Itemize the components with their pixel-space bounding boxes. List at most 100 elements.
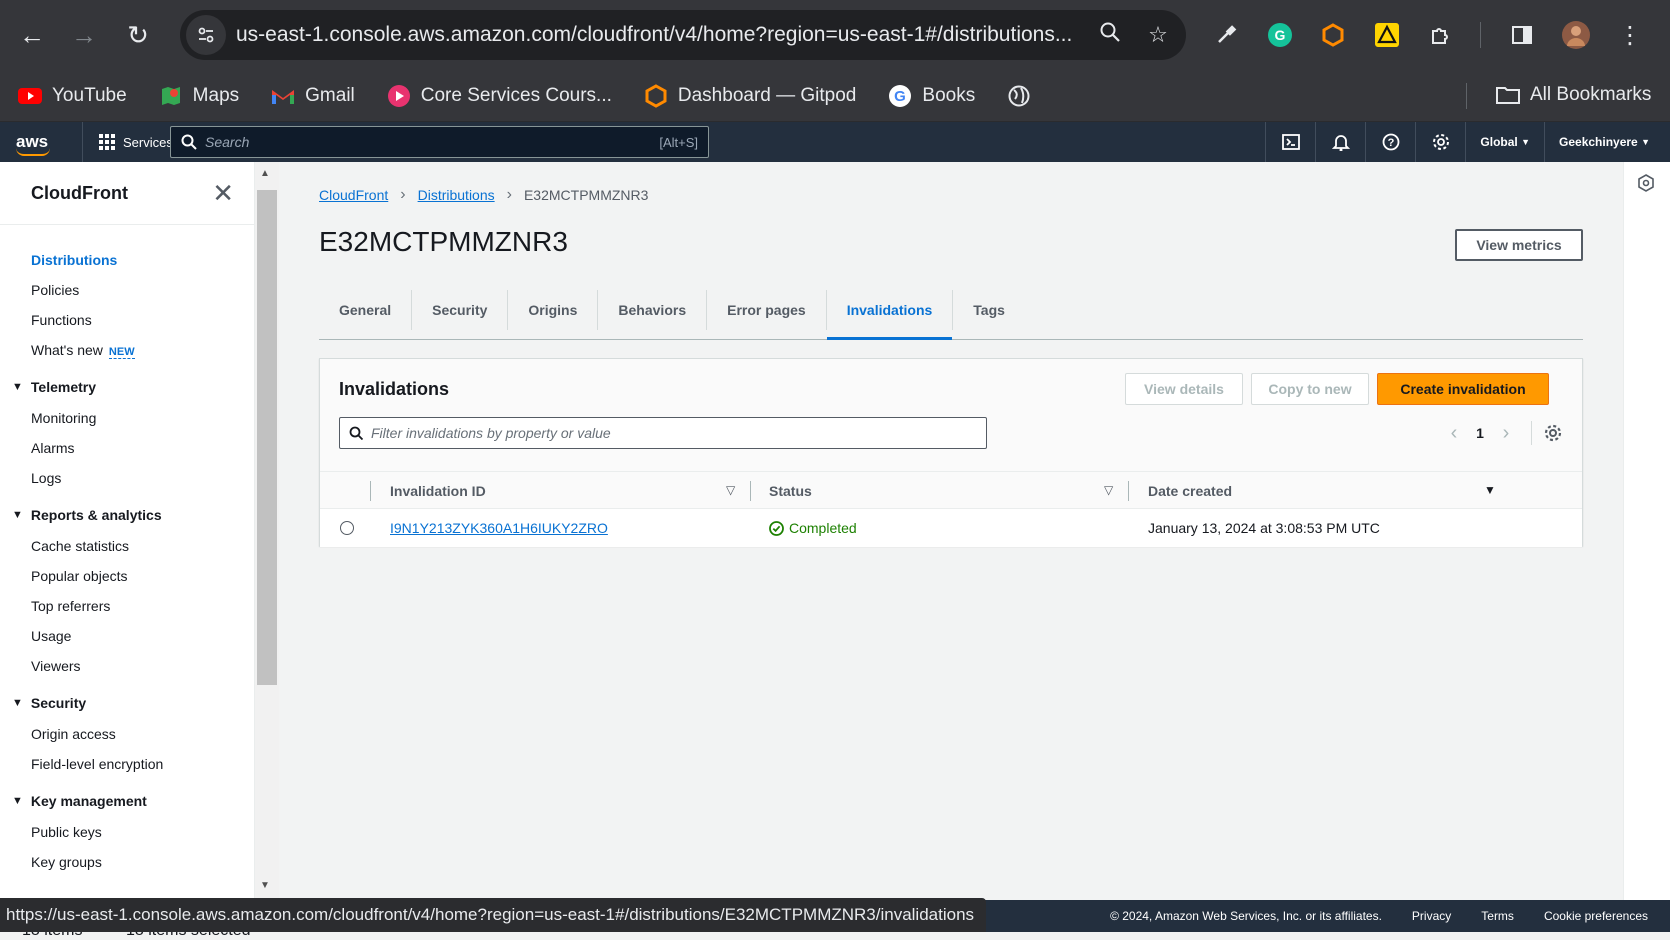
- sidebar-item-popular-objects[interactable]: Popular objects: [0, 561, 254, 591]
- close-icon[interactable]: ✕: [212, 178, 234, 209]
- reload-icon[interactable]: ↻: [118, 15, 158, 55]
- chevron-right-icon[interactable]: ›: [1493, 422, 1519, 445]
- column-date-created[interactable]: Date created: [1148, 472, 1232, 510]
- bookmark-globe[interactable]: [1007, 84, 1041, 108]
- footer-privacy-link[interactable]: Privacy: [1412, 909, 1451, 923]
- bookmark-maps[interactable]: Maps: [159, 84, 239, 108]
- all-bookmarks[interactable]: All Bookmarks: [1496, 83, 1651, 107]
- view-metrics-button[interactable]: View metrics: [1455, 229, 1583, 261]
- gitpod-extension-icon[interactable]: [1313, 15, 1353, 55]
- region-selector[interactable]: Global ▼: [1465, 122, 1544, 162]
- sidebar-item-viewers[interactable]: Viewers: [0, 651, 254, 681]
- svg-text:?: ?: [1388, 137, 1395, 149]
- help-icon[interactable]: ?: [1365, 122, 1415, 162]
- sidebar-item-alarms[interactable]: Alarms: [0, 433, 254, 463]
- folder-icon: [1496, 83, 1520, 107]
- sidebar-scrollbar[interactable]: ▲ ▼: [255, 162, 279, 900]
- sidebar-item-logs[interactable]: Logs: [0, 463, 254, 493]
- breadcrumb-cloudfront[interactable]: CloudFront: [319, 187, 388, 203]
- profile-avatar[interactable]: [1556, 15, 1596, 55]
- column-status[interactable]: Status: [769, 472, 812, 510]
- sidebar-item-public-keys[interactable]: Public keys: [0, 817, 254, 847]
- tab-general[interactable]: General: [319, 289, 413, 330]
- sidebar-section-key-management[interactable]: ▼ Key management: [0, 785, 254, 817]
- sidebar-section-telemetry[interactable]: ▼ Telemetry: [0, 371, 254, 403]
- url-text[interactable]: us-east-1.console.aws.amazon.com/cloudfr…: [236, 23, 1086, 47]
- warning-extension-icon[interactable]: [1367, 15, 1407, 55]
- address-bar[interactable]: us-east-1.console.aws.amazon.com/cloudfr…: [180, 10, 1186, 60]
- invalidation-id-link[interactable]: I9N1Y213ZYK360A1H6IUKY2ZRO: [390, 520, 608, 536]
- sidebar-item-top-referrers[interactable]: Top referrers: [0, 591, 254, 621]
- bookmark-books[interactable]: G Books: [888, 84, 975, 108]
- scrollbar-thumb[interactable]: [257, 190, 277, 685]
- scroll-down-icon[interactable]: ▼: [260, 880, 270, 891]
- table-row[interactable]: I9N1Y213ZYK360A1H6IUKY2ZRO Completed Jan…: [320, 509, 1582, 547]
- scroll-up-icon[interactable]: ▲: [260, 168, 270, 179]
- notifications-bell-icon[interactable]: [1315, 122, 1365, 162]
- sidebar-item-distributions[interactable]: Distributions: [0, 245, 254, 275]
- extensions-puzzle-icon[interactable]: [1421, 15, 1461, 55]
- section-title: Reports & analytics: [30, 507, 162, 523]
- footer-copyright: © 2024, Amazon Web Services, Inc. or its…: [1110, 909, 1382, 923]
- sidebar-item-policies[interactable]: Policies: [0, 275, 254, 305]
- search-shortcut: [Alt+S]: [659, 134, 698, 150]
- column-invalidation-id[interactable]: Invalidation ID: [390, 472, 486, 510]
- services-menu-button[interactable]: Services: [82, 122, 173, 162]
- column-divider: [370, 481, 371, 501]
- aws-search-input[interactable]: Search [Alt+S]: [170, 126, 709, 158]
- new-badge: NEW: [108, 346, 135, 359]
- breadcrumb-distributions[interactable]: Distributions: [418, 187, 495, 203]
- bookmark-gmail[interactable]: Gmail: [271, 84, 355, 108]
- cloudshell-icon[interactable]: [1265, 122, 1315, 162]
- eyedropper-icon[interactable]: [1206, 15, 1246, 55]
- sidebar-item-field-level-encryption[interactable]: Field-level encryption: [0, 749, 254, 779]
- sort-descending-icon[interactable]: ▼: [1484, 483, 1496, 497]
- sidebar-section-security[interactable]: ▼ Security: [0, 687, 254, 719]
- view-details-button[interactable]: View details: [1125, 373, 1243, 405]
- side-panel-icon[interactable]: [1502, 15, 1542, 55]
- sidebar-item-monitoring[interactable]: Monitoring: [0, 403, 254, 433]
- tab-origins[interactable]: Origins: [508, 289, 599, 330]
- services-label: Services: [123, 134, 173, 150]
- copy-to-new-button[interactable]: Copy to new: [1251, 373, 1369, 405]
- bookmark-youtube[interactable]: YouTube: [18, 84, 127, 108]
- section-title: Security: [30, 695, 87, 711]
- tab-tags[interactable]: Tags: [953, 290, 1025, 330]
- bookmark-core-services[interactable]: Core Services Cours...: [387, 84, 612, 108]
- info-panel-icon[interactable]: [1637, 174, 1655, 192]
- page-number[interactable]: 1: [1467, 425, 1493, 441]
- tab-behaviors[interactable]: Behaviors: [598, 289, 708, 330]
- table-settings-icon[interactable]: [1544, 424, 1562, 442]
- tab-error-pages[interactable]: Error pages: [707, 289, 827, 330]
- footer-cookie-preferences-link[interactable]: Cookie preferences: [1544, 909, 1648, 923]
- sort-icon[interactable]: ▽: [726, 483, 735, 497]
- zoom-icon[interactable]: [1086, 21, 1134, 49]
- sort-icon[interactable]: ▽: [1104, 483, 1113, 497]
- tab-invalidations[interactable]: Invalidations: [826, 289, 954, 340]
- sidebar-item-cache-statistics[interactable]: Cache statistics: [0, 531, 254, 561]
- grammarly-icon[interactable]: G: [1260, 15, 1300, 55]
- back-icon[interactable]: ←: [12, 15, 52, 55]
- site-settings-icon[interactable]: [186, 15, 226, 55]
- sidebar-item-whats-new[interactable]: What's new NEW: [0, 335, 254, 365]
- sidebar-item-functions[interactable]: Functions: [0, 305, 254, 335]
- chevron-left-icon[interactable]: ‹: [1441, 422, 1467, 445]
- row-select-radio[interactable]: [340, 521, 354, 535]
- aws-logo[interactable]: aws: [16, 132, 62, 156]
- tab-security[interactable]: Security: [412, 289, 509, 330]
- forward-icon[interactable]: →: [64, 15, 104, 55]
- bookmark-label: Maps: [192, 84, 240, 106]
- sidebar-item-origin-access[interactable]: Origin access: [0, 719, 254, 749]
- footer-terms-link[interactable]: Terms: [1481, 909, 1514, 923]
- bookmark-gitpod[interactable]: Dashboard — Gitpod: [644, 83, 856, 108]
- create-invalidation-button[interactable]: Create invalidation: [1377, 373, 1549, 405]
- sidebar-item-key-groups[interactable]: Key groups: [0, 847, 254, 877]
- sidebar-item-usage[interactable]: Usage: [0, 621, 254, 651]
- settings-gear-icon[interactable]: [1415, 122, 1465, 162]
- account-menu[interactable]: Geekchinyere ▼: [1544, 122, 1670, 162]
- filter-invalidations-input[interactable]: Filter invalidations by property or valu…: [339, 417, 987, 449]
- sidebar-section-reports[interactable]: ▼ Reports & analytics: [0, 499, 254, 531]
- caret-down-icon: ▼: [12, 795, 23, 807]
- browser-menu-icon[interactable]: ⋮: [1610, 15, 1650, 55]
- bookmark-star-icon[interactable]: ☆: [1134, 22, 1182, 48]
